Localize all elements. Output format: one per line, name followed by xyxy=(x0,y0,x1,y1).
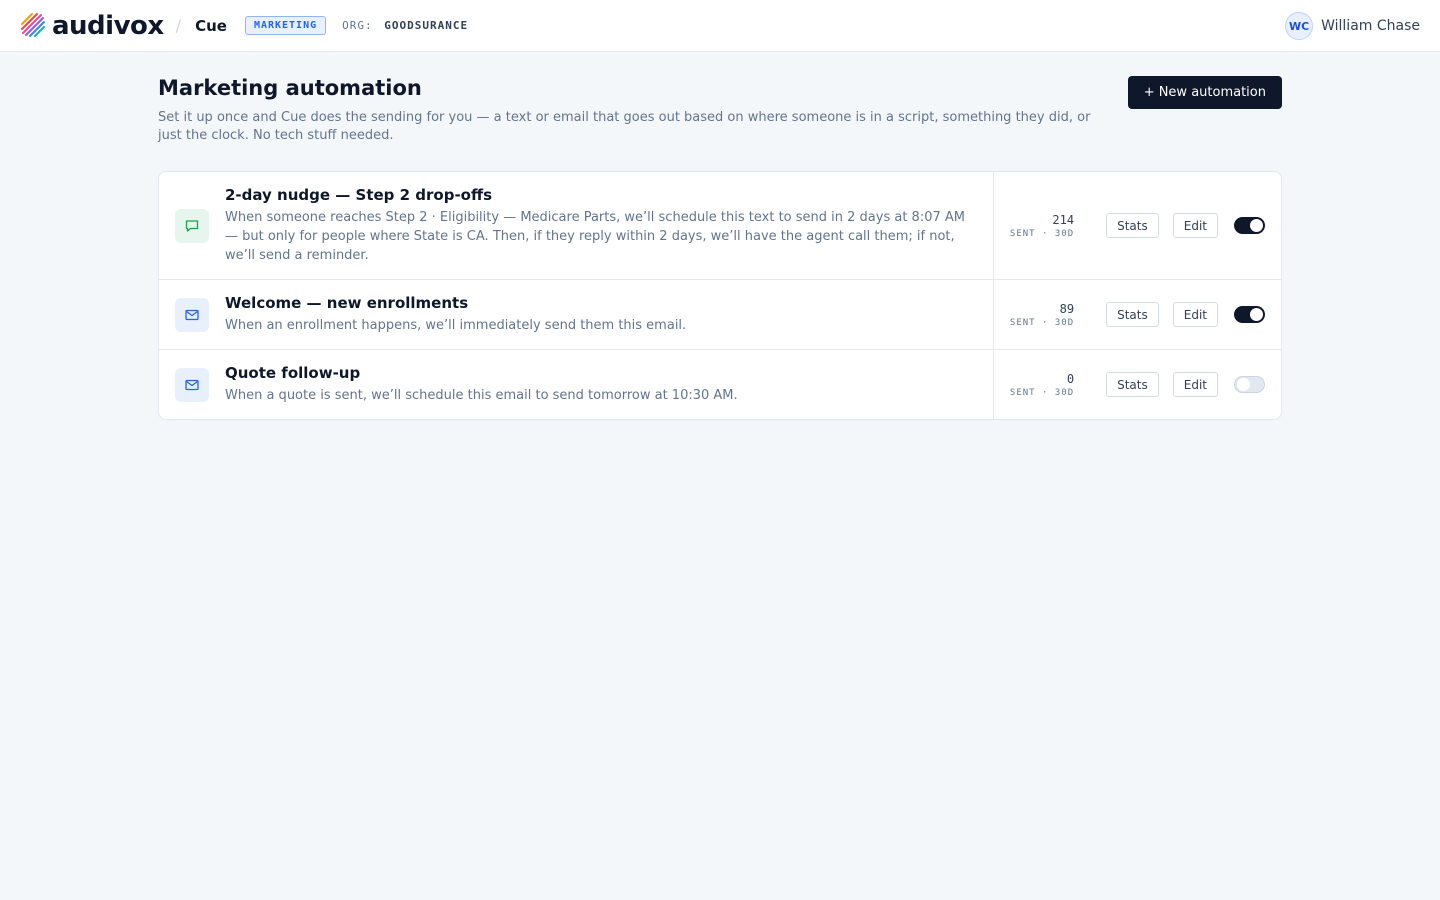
automation-list: 2-day nudge — Step 2 drop-offs When some… xyxy=(158,171,1282,420)
enabled-toggle[interactable] xyxy=(1234,217,1265,234)
org-label: ORG: xyxy=(342,19,373,32)
stats-button[interactable]: Stats xyxy=(1106,302,1159,327)
logo[interactable]: audivox xyxy=(20,11,164,41)
toggle-knob xyxy=(1250,219,1263,232)
toggle-knob xyxy=(1250,308,1263,321)
sent-count: 89 xyxy=(1059,301,1075,316)
sent-stat: 214 SENT · 30D xyxy=(994,213,1092,239)
main-content: Marketing automation Set it up once and … xyxy=(158,52,1282,420)
product-name[interactable]: Cue xyxy=(195,17,227,35)
sent-stat: 89 SENT · 30D xyxy=(994,302,1092,328)
logo-text: audivox xyxy=(52,10,164,41)
automation-row[interactable]: Quote follow-up When a quote is sent, we… xyxy=(159,350,1281,419)
stats-button[interactable]: Stats xyxy=(1106,372,1159,397)
new-automation-button[interactable]: + New automation xyxy=(1127,76,1282,109)
automation-title: Welcome — new enrollments xyxy=(225,294,469,312)
automation-details: Welcome — new enrollments When an enroll… xyxy=(209,280,995,349)
breadcrumb-separator: / xyxy=(175,16,182,35)
section-badge: MARKETING xyxy=(244,16,327,35)
stats-button[interactable]: Stats xyxy=(1106,213,1159,238)
chat-bubble-icon xyxy=(175,208,209,243)
user-name[interactable]: William Chase xyxy=(1321,18,1420,34)
page-header: Marketing automation Set it up once and … xyxy=(158,76,1282,145)
user-menu[interactable]: WC William Chase xyxy=(1285,12,1420,40)
automation-title: Quote follow-up xyxy=(225,364,361,382)
automation-description: When someone reaches Step 2 · Eligibilit… xyxy=(225,210,965,263)
enabled-toggle[interactable] xyxy=(1234,376,1265,393)
automation-details: 2-day nudge — Step 2 drop-offs When some… xyxy=(209,172,995,279)
automation-details: Quote follow-up When a quote is sent, we… xyxy=(209,350,995,419)
automation-description: When an enrollment happens, we’ll immedi… xyxy=(225,318,687,333)
org-name: GOODSURANCE xyxy=(384,19,469,32)
page-description: Set it up once and Cue does the sending … xyxy=(158,110,1091,143)
envelope-icon xyxy=(175,297,209,332)
sent-count: 214 xyxy=(1052,212,1075,227)
sent-label: SENT · 30D xyxy=(1009,228,1075,239)
avatar[interactable]: WC xyxy=(1285,12,1314,40)
sent-stat: 0 SENT · 30D xyxy=(994,372,1092,398)
automation-title: 2-day nudge — Step 2 drop-offs xyxy=(225,186,493,204)
logo-stripes-icon xyxy=(21,12,45,37)
sent-label: SENT · 30D xyxy=(1009,317,1075,328)
automation-row[interactable]: Welcome — new enrollments When an enroll… xyxy=(159,280,1281,350)
edit-button[interactable]: Edit xyxy=(1172,213,1218,238)
top-bar: audivox / Cue MARKETING ORG: GOODSURANCE… xyxy=(0,0,1440,52)
sent-label: SENT · 30D xyxy=(1009,387,1075,398)
org-indicator: ORG: GOODSURANCE xyxy=(342,19,468,32)
enabled-toggle[interactable] xyxy=(1234,306,1265,323)
edit-button[interactable]: Edit xyxy=(1172,302,1218,327)
toggle-knob xyxy=(1237,378,1250,391)
edit-button[interactable]: Edit xyxy=(1172,372,1218,397)
automation-description: When a quote is sent, we’ll schedule thi… xyxy=(225,388,738,403)
sent-count: 0 xyxy=(1066,371,1075,386)
page-title: Marketing automation xyxy=(158,76,422,100)
automation-row[interactable]: 2-day nudge — Step 2 drop-offs When some… xyxy=(159,172,1281,280)
envelope-icon xyxy=(175,367,209,402)
